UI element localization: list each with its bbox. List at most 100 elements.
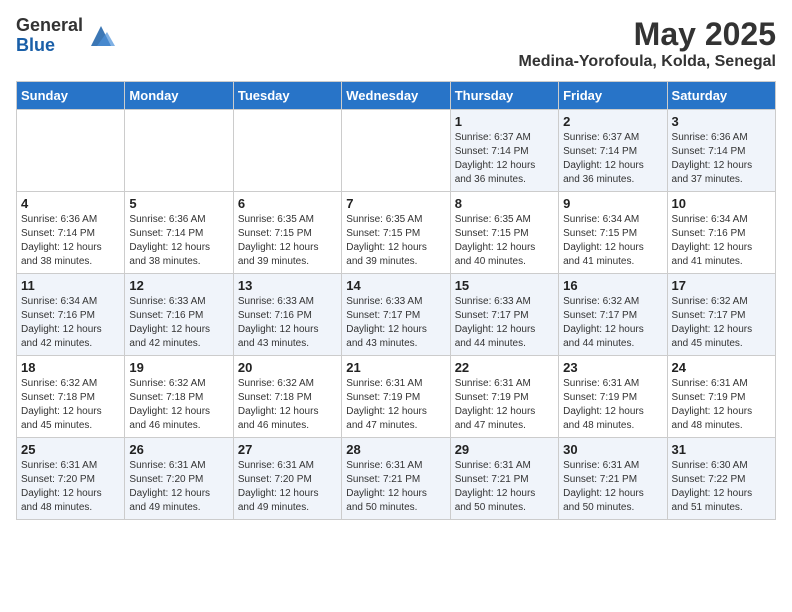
calendar-cell <box>233 110 341 192</box>
calendar-cell: 14Sunrise: 6:33 AM Sunset: 7:17 PM Dayli… <box>342 274 450 356</box>
day-info: Sunrise: 6:32 AM Sunset: 7:17 PM Dayligh… <box>563 295 662 351</box>
day-info: Sunrise: 6:33 AM Sunset: 7:16 PM Dayligh… <box>238 295 337 351</box>
calendar-cell: 27Sunrise: 6:31 AM Sunset: 7:20 PM Dayli… <box>233 438 341 520</box>
logo-icon <box>87 22 115 50</box>
calendar-cell: 10 Sunrise: 6:34 AM Sunset: 7:16 PM Dayli… <box>667 192 775 274</box>
calendar-cell: 4Sunrise: 6:36 AM Sunset: 7:14 PM Daylig… <box>17 192 125 274</box>
day-header-wednesday: Wednesday <box>342 82 450 110</box>
day-number: 31 <box>672 442 771 457</box>
day-header-friday: Friday <box>559 82 667 110</box>
day-info: Sunrise: 6:32 AM Sunset: 7:17 PM Dayligh… <box>672 295 771 351</box>
day-info: Sunrise: 6:35 AM Sunset: 7:15 PM Dayligh… <box>455 213 554 269</box>
calendar-cell: 1 Sunrise: 6:37 AM Sunset: 7:14 PM Daylig… <box>450 110 558 192</box>
day-number: 26 <box>129 442 228 457</box>
day-info: Sunrise: 6:32 AM Sunset: 7:18 PM Dayligh… <box>238 377 337 433</box>
day-number: 5 <box>129 196 228 211</box>
calendar-week-3: 11 Sunrise: 6:34 AM Sunset: 7:16 PM Dayli… <box>17 274 776 356</box>
calendar-week-4: 18 Sunrise: 6:32 AM Sunset: 7:18 PM Dayli… <box>17 356 776 438</box>
day-header-saturday: Saturday <box>667 82 775 110</box>
calendar-week-1: 1 Sunrise: 6:37 AM Sunset: 7:14 PM Daylig… <box>17 110 776 192</box>
calendar-cell: 22 Sunrise: 6:31 AM Sunset: 7:19 PM Dayli… <box>450 356 558 438</box>
calendar-cell: 16Sunrise: 6:32 AM Sunset: 7:17 PM Dayli… <box>559 274 667 356</box>
calendar-cell: 31 Sunrise: 6:30 AM Sunset: 7:22 PM Dayli… <box>667 438 775 520</box>
calendar-cell: 29 Sunrise: 6:31 AM Sunset: 7:21 PM Dayli… <box>450 438 558 520</box>
day-number: 11 <box>21 278 120 293</box>
day-info: Sunrise: 6:31 AM Sunset: 7:21 PM Dayligh… <box>455 459 554 515</box>
calendar-cell: 2 Sunrise: 6:37 AM Sunset: 7:14 PM Daylig… <box>559 110 667 192</box>
day-number: 24 <box>672 360 771 375</box>
day-info: Sunrise: 6:36 AM Sunset: 7:14 PM Dayligh… <box>672 131 771 187</box>
calendar-cell: 6 Sunrise: 6:35 AM Sunset: 7:15 PM Daylig… <box>233 192 341 274</box>
calendar-cell: 23Sunrise: 6:31 AM Sunset: 7:19 PM Dayli… <box>559 356 667 438</box>
day-number: 8 <box>455 196 554 211</box>
day-number: 22 <box>455 360 554 375</box>
title-section: May 2025 Medina-Yorofoula, Kolda, Senega… <box>518 16 776 71</box>
day-info: Sunrise: 6:31 AM Sunset: 7:21 PM Dayligh… <box>563 459 662 515</box>
day-info: Sunrise: 6:33 AM Sunset: 7:17 PM Dayligh… <box>346 295 445 351</box>
day-header-sunday: Sunday <box>17 82 125 110</box>
day-info: Sunrise: 6:34 AM Sunset: 7:16 PM Dayligh… <box>672 213 771 269</box>
day-info: Sunrise: 6:31 AM Sunset: 7:19 PM Dayligh… <box>563 377 662 433</box>
day-info: Sunrise: 6:37 AM Sunset: 7:14 PM Dayligh… <box>455 131 554 187</box>
location-title: Medina-Yorofoula, Kolda, Senegal <box>518 53 776 71</box>
day-number: 21 <box>346 360 445 375</box>
day-info: Sunrise: 6:31 AM Sunset: 7:19 PM Dayligh… <box>672 377 771 433</box>
day-number: 28 <box>346 442 445 457</box>
day-info: Sunrise: 6:31 AM Sunset: 7:21 PM Dayligh… <box>346 459 445 515</box>
day-number: 10 <box>672 196 771 211</box>
month-title: May 2025 <box>518 16 776 53</box>
day-number: 18 <box>21 360 120 375</box>
calendar-cell: 17 Sunrise: 6:32 AM Sunset: 7:17 PM Dayli… <box>667 274 775 356</box>
calendar-cell <box>17 110 125 192</box>
calendar-cell: 30 Sunrise: 6:31 AM Sunset: 7:21 PM Dayli… <box>559 438 667 520</box>
calendar-cell <box>125 110 233 192</box>
day-number: 30 <box>563 442 662 457</box>
day-info: Sunrise: 6:31 AM Sunset: 7:19 PM Dayligh… <box>455 377 554 433</box>
day-number: 15 <box>455 278 554 293</box>
logo: General Blue <box>16 16 115 56</box>
day-number: 25 <box>21 442 120 457</box>
day-number: 19 <box>129 360 228 375</box>
days-header-row: SundayMondayTuesdayWednesdayThursdayFrid… <box>17 82 776 110</box>
calendar-cell: 5 Sunrise: 6:36 AM Sunset: 7:14 PM Daylig… <box>125 192 233 274</box>
calendar-cell: 8 Sunrise: 6:35 AM Sunset: 7:15 PM Daylig… <box>450 192 558 274</box>
day-info: Sunrise: 6:31 AM Sunset: 7:20 PM Dayligh… <box>238 459 337 515</box>
calendar-cell: 18 Sunrise: 6:32 AM Sunset: 7:18 PM Dayli… <box>17 356 125 438</box>
day-header-tuesday: Tuesday <box>233 82 341 110</box>
calendar-cell: 3 Sunrise: 6:36 AM Sunset: 7:14 PM Daylig… <box>667 110 775 192</box>
day-info: Sunrise: 6:33 AM Sunset: 7:17 PM Dayligh… <box>455 295 554 351</box>
calendar-week-2: 4Sunrise: 6:36 AM Sunset: 7:14 PM Daylig… <box>17 192 776 274</box>
day-info: Sunrise: 6:30 AM Sunset: 7:22 PM Dayligh… <box>672 459 771 515</box>
day-info: Sunrise: 6:35 AM Sunset: 7:15 PM Dayligh… <box>346 213 445 269</box>
calendar-cell: 19Sunrise: 6:32 AM Sunset: 7:18 PM Dayli… <box>125 356 233 438</box>
calendar-cell: 26 Sunrise: 6:31 AM Sunset: 7:20 PM Dayli… <box>125 438 233 520</box>
day-header-thursday: Thursday <box>450 82 558 110</box>
day-number: 3 <box>672 114 771 129</box>
calendar-cell: 21Sunrise: 6:31 AM Sunset: 7:19 PM Dayli… <box>342 356 450 438</box>
day-number: 6 <box>238 196 337 211</box>
day-number: 29 <box>455 442 554 457</box>
logo-general: General <box>16 16 83 36</box>
day-info: Sunrise: 6:36 AM Sunset: 7:14 PM Dayligh… <box>129 213 228 269</box>
calendar-cell: 11 Sunrise: 6:34 AM Sunset: 7:16 PM Dayli… <box>17 274 125 356</box>
day-info: Sunrise: 6:31 AM Sunset: 7:20 PM Dayligh… <box>129 459 228 515</box>
day-number: 12 <box>129 278 228 293</box>
day-number: 2 <box>563 114 662 129</box>
day-number: 17 <box>672 278 771 293</box>
day-info: Sunrise: 6:34 AM Sunset: 7:15 PM Dayligh… <box>563 213 662 269</box>
day-info: Sunrise: 6:35 AM Sunset: 7:15 PM Dayligh… <box>238 213 337 269</box>
day-info: Sunrise: 6:32 AM Sunset: 7:18 PM Dayligh… <box>21 377 120 433</box>
calendar-table: SundayMondayTuesdayWednesdayThursdayFrid… <box>16 81 776 520</box>
calendar-cell: 25 Sunrise: 6:31 AM Sunset: 7:20 PM Dayli… <box>17 438 125 520</box>
day-info: Sunrise: 6:33 AM Sunset: 7:16 PM Dayligh… <box>129 295 228 351</box>
day-info: Sunrise: 6:31 AM Sunset: 7:20 PM Dayligh… <box>21 459 120 515</box>
day-info: Sunrise: 6:34 AM Sunset: 7:16 PM Dayligh… <box>21 295 120 351</box>
calendar-cell: 20Sunrise: 6:32 AM Sunset: 7:18 PM Dayli… <box>233 356 341 438</box>
calendar-cell: 9Sunrise: 6:34 AM Sunset: 7:15 PM Daylig… <box>559 192 667 274</box>
calendar-cell: 12 Sunrise: 6:33 AM Sunset: 7:16 PM Dayli… <box>125 274 233 356</box>
calendar-cell: 24 Sunrise: 6:31 AM Sunset: 7:19 PM Dayli… <box>667 356 775 438</box>
day-info: Sunrise: 6:37 AM Sunset: 7:14 PM Dayligh… <box>563 131 662 187</box>
day-number: 1 <box>455 114 554 129</box>
calendar-cell: 13Sunrise: 6:33 AM Sunset: 7:16 PM Dayli… <box>233 274 341 356</box>
calendar-cell <box>342 110 450 192</box>
